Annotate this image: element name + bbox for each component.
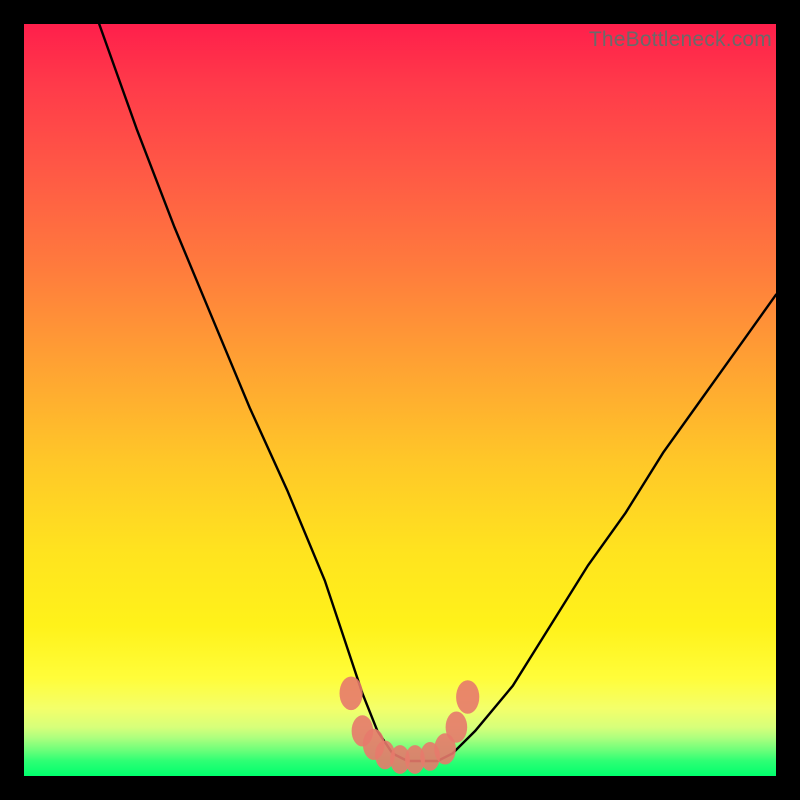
chart-frame: TheBottleneck.com [0, 0, 800, 800]
watermark-text: TheBottleneck.com [589, 28, 772, 52]
plot-area [24, 24, 776, 776]
